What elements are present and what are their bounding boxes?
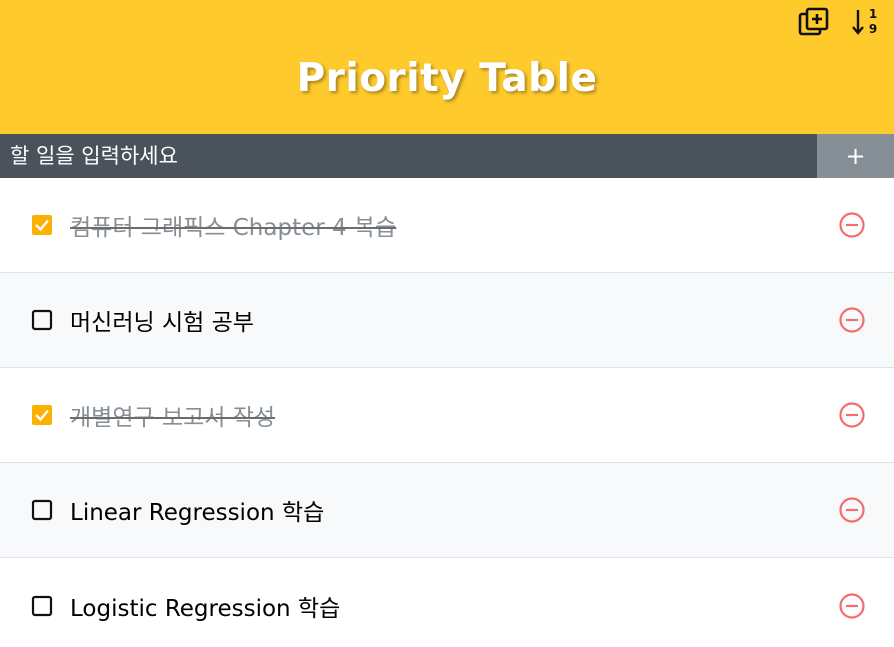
todo-item-2: 머신러닝 시험 공부 [0, 273, 894, 368]
add-copy-button[interactable] [796, 5, 832, 39]
checkbox-unchecked[interactable] [31, 499, 53, 521]
todo-text[interactable]: 개별연구 보고서 작성 [70, 398, 838, 432]
unchecked-box-icon [31, 595, 53, 616]
todo-item-4: Linear Regression 학습 [0, 463, 894, 558]
todo-list: 컴퓨터 그래픽스 Chapter 4 복습 머신러닝 시험 공부 개별연구 보고… [0, 178, 894, 647]
todo-text[interactable]: Logistic Regression 학습 [70, 589, 838, 623]
unchecked-box-icon [31, 309, 53, 331]
svg-text:9: 9 [869, 22, 877, 36]
todo-item-1: 컴퓨터 그래픽스 Chapter 4 복습 [0, 178, 894, 273]
remove-button[interactable] [838, 211, 866, 239]
remove-circle-icon [839, 402, 865, 428]
remove-circle-icon [839, 307, 865, 333]
todo-input-bar: + [0, 134, 894, 178]
remove-button[interactable] [838, 592, 866, 620]
todo-text[interactable]: Linear Regression 학습 [70, 493, 838, 527]
app-header: 1 9 Priority Table [0, 0, 894, 134]
header-tools: 1 9 [780, 5, 884, 39]
remove-circle-icon [839, 212, 865, 238]
svg-text:1: 1 [869, 7, 877, 21]
remove-button[interactable] [838, 496, 866, 524]
remove-circle-icon [839, 592, 865, 619]
sort-numeric-icon: 1 9 [852, 7, 877, 36]
todo-item-3: 개별연구 보고서 작성 [0, 368, 894, 463]
todo-text[interactable]: 머신러닝 시험 공부 [70, 303, 838, 337]
checkbox-checked[interactable] [31, 214, 53, 236]
sort-button[interactable]: 1 9 [848, 5, 884, 39]
add-copy-icon [798, 7, 829, 36]
page-title: Priority Table [296, 56, 598, 101]
unchecked-box-icon [31, 499, 53, 521]
checked-box-icon [32, 405, 52, 425]
remove-circle-icon [839, 497, 865, 523]
remove-button[interactable] [838, 401, 866, 429]
todo-item-5: Logistic Regression 학습 [0, 558, 894, 647]
checked-box-icon [32, 215, 52, 235]
remove-button[interactable] [838, 306, 866, 334]
add-button[interactable]: + [817, 134, 894, 178]
todo-text[interactable]: 컴퓨터 그래픽스 Chapter 4 복습 [70, 208, 838, 242]
checkbox-unchecked[interactable] [31, 595, 53, 617]
checkbox-checked[interactable] [31, 404, 53, 426]
checkbox-unchecked[interactable] [31, 309, 53, 331]
todo-input[interactable] [0, 134, 817, 178]
